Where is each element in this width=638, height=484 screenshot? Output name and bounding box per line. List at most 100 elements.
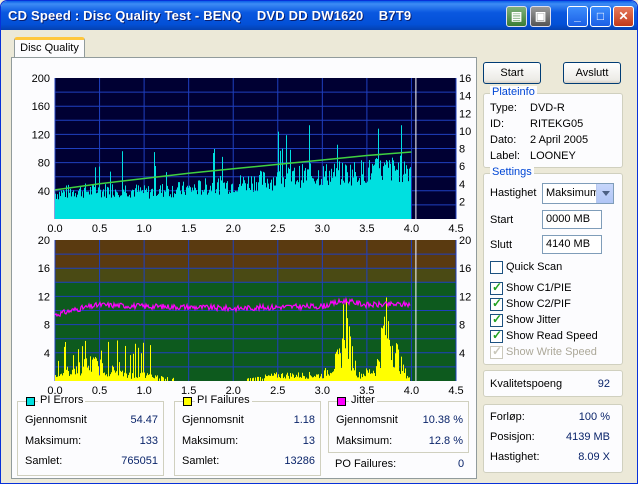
- pi-errors-max-label: Maksimum:: [25, 435, 82, 447]
- minimize-button[interactable]: _: [567, 6, 588, 27]
- close-button[interactable]: ✕: [613, 6, 634, 27]
- chart1-x-tick: 3.0: [315, 223, 330, 235]
- tab-disc-quality[interactable]: Disc Quality: [14, 37, 85, 58]
- start-input[interactable]: 0000 MB: [542, 210, 602, 229]
- pi-errors-bar: [85, 183, 86, 219]
- pi-failures-bar: [98, 366, 99, 381]
- pi-errors-max-value: 133: [139, 435, 158, 447]
- pi-errors-bar: [94, 187, 95, 219]
- pi-errors-bar: [119, 197, 120, 219]
- show-jitter-checkbox[interactable]: [490, 312, 503, 327]
- pi-errors-bar: [353, 177, 354, 219]
- pi-failures-bar: [292, 373, 293, 381]
- pi-errors-bar: [393, 160, 394, 219]
- pi-failures-bar: [113, 366, 114, 381]
- pi-errors-bar: [362, 174, 363, 219]
- pi-errors-bar: [235, 190, 236, 219]
- pi-failures-bar: [320, 376, 321, 381]
- pi-errors-bar: [127, 196, 128, 219]
- pi-failures-bar: [353, 368, 354, 381]
- pi-errors-bar: [184, 191, 185, 219]
- pi-errors-bar: [217, 182, 218, 219]
- pi-failures-bar: [272, 375, 273, 381]
- pi-errors-bar: [80, 186, 81, 219]
- pi-errors-bar: [228, 193, 229, 219]
- pi-errors-bar: [123, 189, 124, 219]
- end-input[interactable]: 4140 MB: [542, 235, 602, 254]
- pi-failures-bar: [363, 373, 364, 381]
- pi-errors-bar: [179, 182, 180, 219]
- pi-errors-bar: [374, 164, 375, 219]
- show-read-speed-checkbox[interactable]: [490, 328, 503, 343]
- pi-failures-bar: [93, 357, 94, 381]
- show-pie-label[interactable]: Show C1/PIE: [506, 282, 571, 294]
- pi-errors-bar: [387, 161, 388, 219]
- show-pif-label[interactable]: Show C2/PIF: [506, 298, 571, 310]
- pi-errors-bar: [292, 171, 293, 219]
- pi-failures-bar: [105, 375, 106, 381]
- pi-failures-bar: [258, 376, 259, 381]
- chevron-down-icon[interactable]: [596, 184, 613, 203]
- show-jitter-label[interactable]: Show Jitter: [506, 314, 560, 326]
- chart1-y-tick-right: 8: [459, 144, 465, 156]
- pi-errors-bar: [223, 182, 224, 219]
- speed-select[interactable]: Maksimum: [542, 183, 614, 204]
- maximize-button[interactable]: □: [590, 6, 611, 27]
- pi-failures-bar: [283, 378, 284, 381]
- quit-button[interactable]: Avslutt: [563, 62, 621, 84]
- pi-errors-bar: [216, 189, 217, 219]
- pi-errors-total-label: Samlet:: [25, 455, 63, 467]
- pi-failures-bar: [79, 362, 80, 381]
- pi-errors-bar: [70, 188, 71, 219]
- pi-failures-bar: [63, 373, 64, 381]
- quick-scan-checkbox[interactable]: [490, 261, 503, 274]
- pi-errors-bar: [263, 171, 264, 219]
- pi-failures-bar: [337, 349, 338, 381]
- pi-failures-bar: [134, 377, 135, 381]
- pi-failures-bar: [156, 376, 157, 381]
- pi-failures-bar: [402, 371, 403, 381]
- app-icon-1[interactable]: ▤: [506, 6, 527, 27]
- pi-failures-bar: [81, 373, 82, 381]
- show-pie-checkbox[interactable]: [490, 280, 503, 295]
- settings-group: Settings Hastighet Maksimum Start 0000 M…: [483, 166, 623, 365]
- pi-errors-bar: [396, 169, 397, 219]
- plateinfo-group: Plateinfo Type: DVD-R ID: RITEKG05 Dato:…: [483, 86, 623, 168]
- save-icon[interactable]: ▣: [530, 6, 551, 27]
- pi-failures-avg-label: Gjennomsnit: [182, 414, 244, 426]
- show-pif-checkbox[interactable]: [490, 296, 503, 311]
- pi-errors-bar: [177, 187, 178, 219]
- pi-failures-title: PI Failures: [195, 394, 252, 406]
- chart2-y-tick-right: 4: [459, 348, 465, 360]
- show-read-speed-label[interactable]: Show Read Speed: [506, 330, 598, 342]
- chart2-x-tick: 4.5: [448, 385, 463, 397]
- pi-failures-bar: [312, 377, 313, 381]
- pi-failures-bar: [295, 377, 296, 381]
- pi-failures-bar: [262, 378, 263, 381]
- pi-failures-bar: [406, 378, 407, 381]
- pi-errors-bar: [256, 182, 257, 219]
- pi-errors-bar: [89, 194, 90, 219]
- start-label: Start: [490, 214, 514, 226]
- pi-failures-legend-swatch: [183, 397, 192, 406]
- pi-errors-bar: [67, 197, 68, 219]
- pi-errors-bar: [315, 183, 316, 219]
- pi-errors-bar: [367, 181, 368, 219]
- pi-errors-bar: [153, 195, 154, 219]
- chart1-y-tick-left: 80: [38, 158, 50, 170]
- pi-failures-bar: [321, 373, 322, 381]
- chart1-y-tick-right: 10: [459, 126, 471, 138]
- speed-label: Hastighet: [490, 187, 537, 199]
- quick-scan-label[interactable]: Quick Scan: [506, 261, 562, 273]
- pi-failures-bar: [303, 375, 304, 381]
- pi-errors-bar: [144, 185, 145, 219]
- pi-errors-bar: [245, 183, 246, 219]
- title-bar[interactable]: CD Speed : Disc Quality Test - BENQ DVD …: [1, 1, 637, 30]
- pi-errors-bar: [220, 175, 221, 219]
- pi-errors-bar: [325, 171, 326, 219]
- pi-failures-bar: [153, 377, 154, 381]
- pi-errors-bar: [83, 197, 84, 219]
- pi-errors-bar: [239, 184, 240, 219]
- start-button[interactable]: Start: [483, 62, 541, 84]
- pi-failures-bar: [361, 373, 362, 381]
